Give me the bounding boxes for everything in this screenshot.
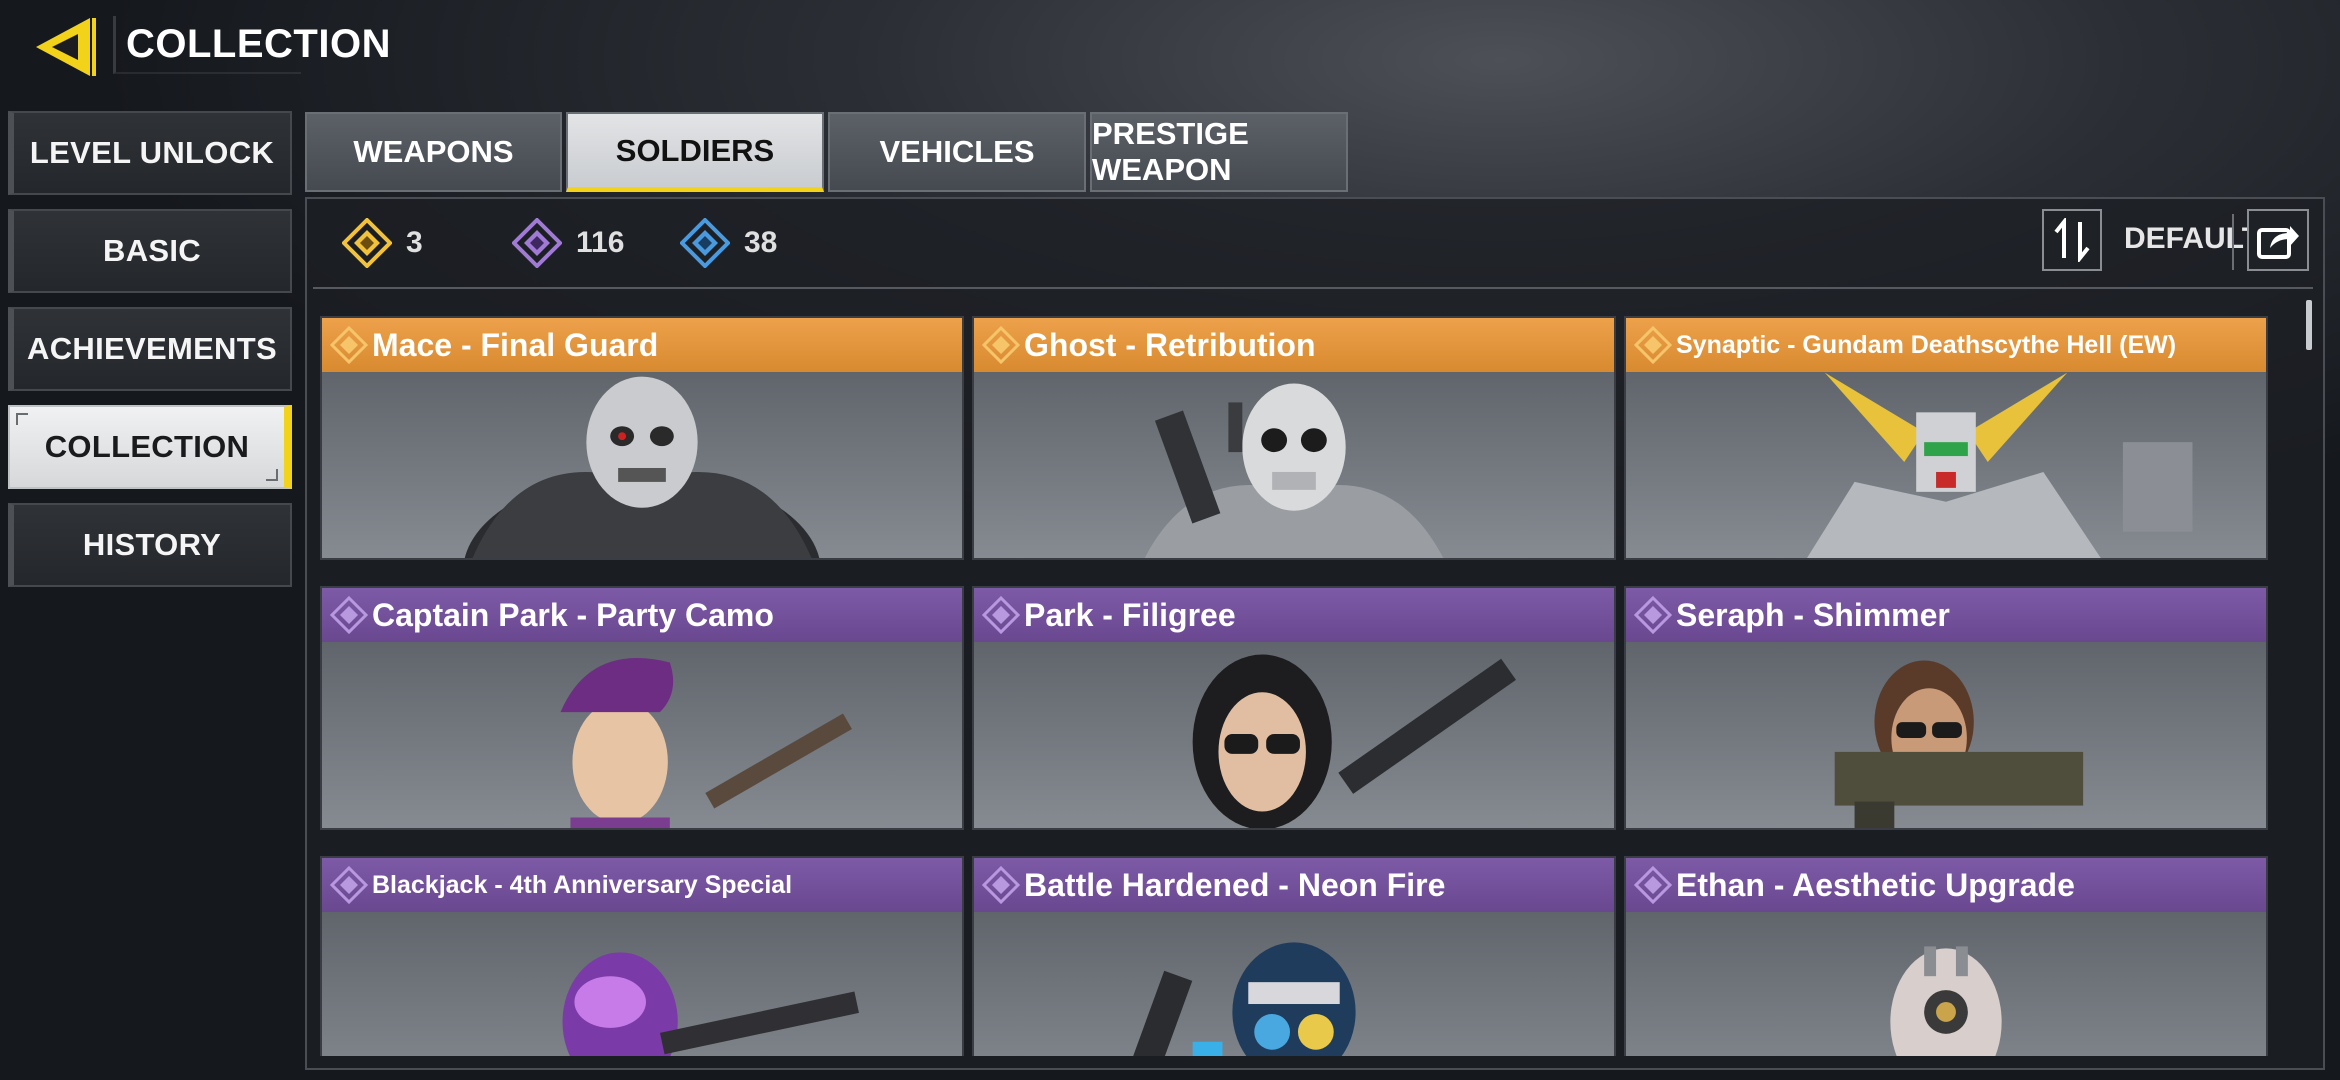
sort-order-button[interactable] bbox=[2042, 209, 2102, 271]
sidebar-item-level-unlock[interactable]: LEVEL UNLOCK bbox=[8, 111, 292, 195]
tab-prestige-weapon[interactable]: PRESTIGE WEAPON bbox=[1090, 112, 1348, 192]
tab-vehicles[interactable]: VEHICLES bbox=[828, 112, 1086, 192]
soldier-card[interactable]: Ethan - Aesthetic Upgrade bbox=[1624, 856, 2268, 1056]
share-icon bbox=[2257, 226, 2299, 259]
sidebar-item-history[interactable]: HISTORY bbox=[8, 503, 292, 587]
soldier-portrait-image bbox=[464, 376, 820, 558]
panel-divider bbox=[313, 287, 2313, 289]
card-title: Synaptic - Gundam Deathscythe Hell (EW) bbox=[1626, 318, 2266, 372]
page-title: COLLECTION bbox=[113, 16, 390, 74]
sidebar-item-collection[interactable]: COLLECTION bbox=[8, 405, 292, 489]
epic-rarity-icon bbox=[512, 218, 562, 268]
epic-rarity-icon bbox=[330, 596, 368, 634]
soldier-grid: Mace - Final Guard Ghost - Retribution S… bbox=[320, 316, 2270, 1056]
sidebar-item-achievements[interactable]: ACHIEVEMENTS bbox=[8, 307, 292, 391]
sort-mode-label[interactable]: DEFAULT bbox=[2124, 222, 2260, 256]
sidebar-item-basic[interactable]: BASIC bbox=[8, 209, 292, 293]
legendary-rarity-icon bbox=[982, 326, 1020, 364]
epic-rarity-icon bbox=[1634, 866, 1672, 904]
card-title: Mace - Final Guard bbox=[322, 318, 962, 372]
soldier-card[interactable]: Captain Park - Party Camo bbox=[320, 586, 964, 830]
rare-rarity-icon bbox=[680, 218, 730, 268]
epic-rarity-icon bbox=[1634, 596, 1672, 634]
soldier-portrait-image bbox=[1807, 372, 2193, 558]
legendary-counter: 3 bbox=[342, 218, 423, 268]
toolbar-divider bbox=[2232, 214, 2234, 270]
soldier-card[interactable]: Ghost - Retribution bbox=[972, 316, 1616, 560]
back-button[interactable] bbox=[30, 14, 96, 80]
soldier-card[interactable]: Seraph - Shimmer bbox=[1624, 586, 2268, 830]
soldier-portrait-image bbox=[562, 952, 859, 1056]
epic-rarity-icon bbox=[982, 596, 1020, 634]
soldier-card[interactable]: Park - Filigree bbox=[972, 586, 1616, 830]
rare-counter: 38 bbox=[680, 218, 777, 268]
epic-rarity-icon bbox=[330, 866, 368, 904]
epic-rarity-icon bbox=[982, 866, 1020, 904]
card-title: Park - Filigree bbox=[974, 588, 1614, 642]
soldier-portrait-image bbox=[1834, 660, 2084, 828]
soldier-card[interactable]: Synaptic - Gundam Deathscythe Hell (EW) bbox=[1624, 316, 2268, 560]
tab-soldiers[interactable]: SOLDIERS bbox=[566, 112, 824, 192]
soldier-card[interactable]: Battle Hardened - Neon Fire bbox=[972, 856, 1616, 1056]
epic-counter: 116 bbox=[512, 218, 624, 268]
legendary-rarity-icon bbox=[1634, 326, 1672, 364]
grid-scrollbar[interactable] bbox=[2300, 300, 2310, 1060]
card-title: Seraph - Shimmer bbox=[1626, 588, 2266, 642]
card-title: Ghost - Retribution bbox=[974, 318, 1614, 372]
soldier-portrait-image bbox=[1890, 946, 2002, 1056]
legendary-rarity-icon bbox=[330, 326, 368, 364]
card-title: Ethan - Aesthetic Upgrade bbox=[1626, 858, 2266, 912]
soldier-portrait-image bbox=[560, 658, 852, 828]
grid-scrollbar-thumb[interactable] bbox=[2306, 300, 2312, 350]
card-title: Captain Park - Party Camo bbox=[322, 588, 962, 642]
soldier-portrait-image bbox=[1144, 383, 1444, 558]
soldier-card[interactable]: Blackjack - 4th Anniversary Special bbox=[320, 856, 964, 1056]
legendary-rarity-icon bbox=[342, 218, 392, 268]
soldier-portrait-image bbox=[1123, 942, 1356, 1056]
legendary-count: 3 bbox=[406, 226, 423, 259]
soldier-card[interactable]: Mace - Final Guard bbox=[320, 316, 964, 560]
soldier-portrait-image bbox=[1192, 654, 1516, 828]
back-arrow-icon bbox=[36, 18, 96, 76]
sort-arrows-icon bbox=[2054, 218, 2090, 262]
card-title: Battle Hardened - Neon Fire bbox=[974, 858, 1614, 912]
card-title: Blackjack - 4th Anniversary Special bbox=[322, 858, 962, 912]
epic-count: 116 bbox=[576, 226, 625, 259]
tab-weapons[interactable]: WEAPONS bbox=[305, 112, 562, 192]
share-button[interactable] bbox=[2247, 209, 2309, 271]
rare-count: 38 bbox=[744, 226, 778, 259]
